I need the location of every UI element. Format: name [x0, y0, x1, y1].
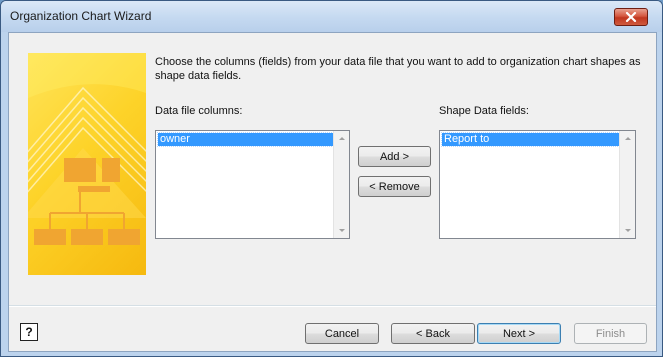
- right-list-scrollbar[interactable]: [619, 131, 635, 238]
- scroll-down-icon[interactable]: [620, 223, 635, 238]
- next-button[interactable]: Next >: [477, 323, 561, 344]
- list-item[interactable]: Report to: [441, 132, 620, 147]
- help-button[interactable]: ?: [20, 323, 38, 341]
- scroll-down-icon[interactable]: [334, 223, 349, 238]
- close-button[interactable]: [614, 8, 648, 26]
- wizard-banner-image: [28, 53, 146, 275]
- close-icon: [625, 12, 637, 22]
- scroll-up-icon[interactable]: [334, 131, 349, 146]
- shape-data-fields-list[interactable]: Report to: [439, 130, 636, 239]
- help-icon: ?: [25, 325, 33, 339]
- cancel-button[interactable]: Cancel: [305, 323, 379, 344]
- footer-divider: [9, 305, 656, 307]
- remove-button[interactable]: < Remove: [358, 176, 431, 197]
- org-chart-illustration-icon: [28, 53, 146, 245]
- add-button[interactable]: Add >: [358, 146, 431, 167]
- instruction-text: Choose the columns (fields) from your da…: [155, 56, 641, 82]
- wizard-body: Choose the columns (fields) from your da…: [8, 32, 657, 352]
- title-bar[interactable]: Organization Chart Wizard: [1, 1, 662, 32]
- data-file-columns-list[interactable]: owner: [155, 130, 350, 239]
- window-title: Organization Chart Wizard: [10, 9, 152, 23]
- back-button[interactable]: < Back: [391, 323, 475, 344]
- scroll-up-icon[interactable]: [620, 131, 635, 146]
- wizard-window: Organization Chart Wizard Choose the col…: [0, 0, 663, 357]
- left-list-scrollbar[interactable]: [333, 131, 349, 238]
- shape-data-fields-label: Shape Data fields:: [439, 105, 529, 117]
- list-item[interactable]: owner: [157, 132, 334, 147]
- data-file-columns-label: Data file columns:: [155, 105, 243, 117]
- finish-button[interactable]: Finish: [574, 323, 647, 344]
